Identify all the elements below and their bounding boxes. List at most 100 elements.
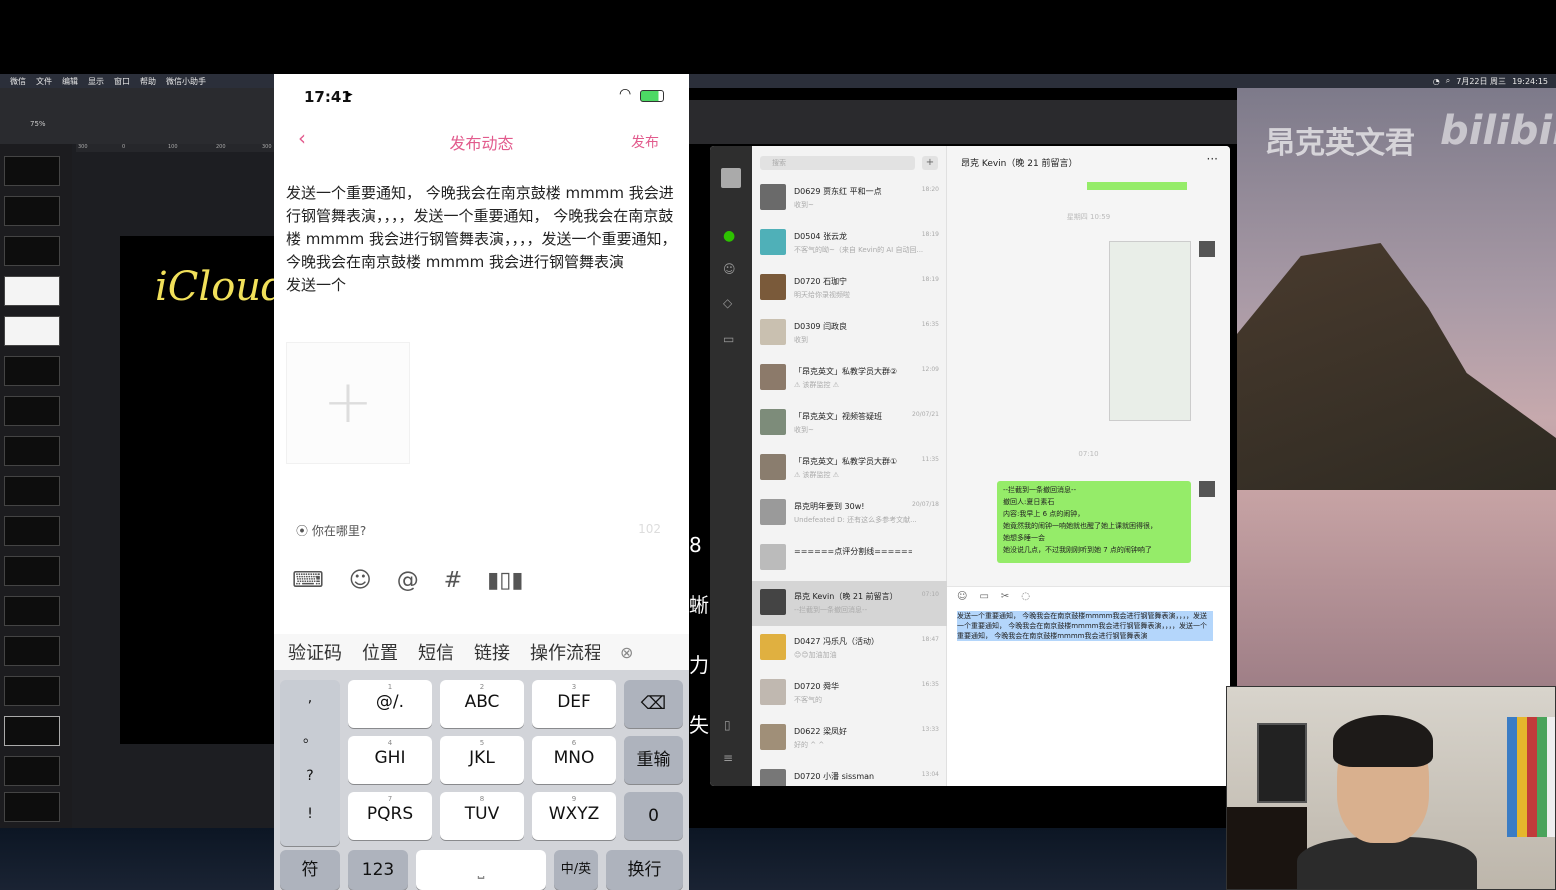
chat-list-item[interactable]: D0427 冯乐凡（活动） 😊😊加油加油 18:47: [752, 626, 947, 671]
mention-button[interactable]: @: [397, 568, 419, 596]
suggestion[interactable]: 短信: [418, 639, 454, 665]
slide-thumbnail[interactable]: [4, 476, 60, 506]
suggestion[interactable]: 操作流程: [530, 639, 600, 665]
slide-thumbnail[interactable]: [4, 676, 60, 706]
slide-thumbnail[interactable]: [4, 556, 60, 586]
folder-icon[interactable]: ▭: [723, 332, 734, 346]
menubar-date[interactable]: 7月22日 周三: [1456, 76, 1506, 87]
slide-canvas[interactable]: [120, 236, 274, 744]
chat-list-item[interactable]: 昂克 Kevin（晚 21 前留言） --拦截到一条撤回消息-- 07:10: [752, 581, 947, 626]
menu-item-view[interactable]: 显示: [88, 76, 104, 87]
chat-list-item[interactable]: D0720 小潘 sissman 13:04: [752, 761, 947, 786]
keyboard-icon[interactable]: ⌨: [292, 568, 324, 596]
slide-thumbnail[interactable]: [4, 436, 60, 466]
publish-button[interactable]: 发布: [631, 132, 659, 152]
space-key[interactable]: ⎵: [416, 850, 546, 890]
close-icon[interactable]: ⊗: [620, 643, 633, 662]
menu-item-window[interactable]: 窗口: [114, 76, 130, 87]
chat-list-item[interactable]: 「昂克英文」私教学员大群① ⚠ 该群监控 ⚠ 11:35: [752, 446, 947, 491]
wifi-icon[interactable]: ◔: [1433, 77, 1440, 86]
chat-bubble-icon[interactable]: ◌: [1021, 591, 1030, 602]
chat-list-item[interactable]: D0629 贾东红 平和一点 收到~ 18:20: [752, 176, 947, 221]
punct-key[interactable]: !: [280, 804, 340, 824]
contacts-icon[interactable]: ☺: [723, 262, 736, 276]
number-key[interactable]: 123: [348, 850, 408, 890]
slide-thumbnail[interactable]: [4, 636, 60, 666]
chat-icon[interactable]: ●: [723, 228, 735, 244]
slide-thumbnail[interactable]: [4, 716, 60, 746]
punct-key[interactable]: ?: [280, 766, 340, 786]
slide-thumbnail[interactable]: [4, 756, 60, 786]
suggestion[interactable]: 位置: [362, 639, 398, 665]
emoji-icon[interactable]: ☺: [957, 591, 967, 602]
menu-item-assistant[interactable]: 微信小助手: [166, 76, 206, 87]
menu-icon[interactable]: ≡: [723, 751, 733, 765]
search-input[interactable]: 搜索: [760, 156, 915, 170]
key-5[interactable]: 5 JKL: [440, 736, 524, 784]
menu-item-wechat[interactable]: 微信: [10, 76, 26, 87]
folder-icon[interactable]: ▭: [979, 591, 988, 602]
key-8[interactable]: 8 TUV: [440, 792, 524, 840]
slide-thumbnail[interactable]: [4, 156, 60, 186]
recalled-message-bubble[interactable]: --拦截到一条撤回消息-- 撤回人:夏日素石 内容:我早上 6 点的闹钟， 她竟…: [997, 481, 1191, 563]
message-input-area[interactable]: ☺ ▭ ✂ ◌ 发送一个重要通知， 今晚我会在南京鼓楼mmmm我会进行钢管舞表演…: [947, 586, 1230, 786]
phone-icon[interactable]: ▯: [724, 718, 731, 732]
slide-thumbnail[interactable]: [4, 516, 60, 546]
suggestion[interactable]: 链接: [474, 639, 510, 665]
chat-list-item[interactable]: 「昂克英文」视频答疑班 收到~ 20/07/21: [752, 401, 947, 446]
slide-title-text[interactable]: iCloud: [155, 264, 287, 310]
key-9[interactable]: 9 WXYZ: [532, 792, 616, 840]
avatar[interactable]: [721, 168, 741, 188]
screenshot-image-message[interactable]: [1109, 241, 1191, 421]
punct-key[interactable]: 。: [280, 728, 340, 748]
chat-list-item[interactable]: 昂克明年要到 30w! Undefeated D: 还有这么多参考文献... 20/…: [752, 491, 947, 536]
add-image-button[interactable]: +: [286, 342, 410, 464]
post-text-input[interactable]: 发送一个重要通知， 今晚我会在南京鼓楼 mmmm 我会进行钢管舞表演，，，，发送…: [286, 182, 681, 297]
suggestion[interactable]: 验证码: [288, 639, 342, 665]
slide-thumbnail[interactable]: [4, 276, 60, 306]
slide-thumbnail[interactable]: [4, 236, 60, 266]
key-4[interactable]: 4 GHI: [348, 736, 432, 784]
chat-list-item[interactable]: D0720 舜华 不客气的 16:35: [752, 671, 947, 716]
key-2[interactable]: 2 ABC: [440, 680, 524, 728]
symbol-key[interactable]: 符: [280, 850, 340, 890]
menubar-time[interactable]: 19:24:15: [1512, 77, 1548, 86]
slide-thumbnail[interactable]: [4, 316, 60, 346]
chat-list-item[interactable]: ======点评分割线======: [752, 536, 947, 581]
chat-list-item[interactable]: 「昂克英文」私教学员大群② ⚠ 该群监控 ⚠ 12:09: [752, 356, 947, 401]
zoom-level[interactable]: 75%: [30, 120, 46, 128]
location-picker[interactable]: ⦿ 你在哪里?: [296, 522, 366, 539]
key-3[interactable]: 3 DEF: [532, 680, 616, 728]
slide-thumbnail[interactable]: [4, 356, 60, 386]
search-icon[interactable]: ⌕: [1446, 76, 1450, 86]
hashtag-button[interactable]: #: [444, 568, 462, 596]
slide-thumbnail[interactable]: [4, 196, 60, 226]
lang-switch-key[interactable]: 中/英: [554, 850, 598, 890]
emoji-icon[interactable]: ☺: [349, 568, 372, 596]
message-bubble[interactable]: [1087, 182, 1187, 190]
menu-item-file[interactable]: 文件: [36, 76, 52, 87]
chat-list-item[interactable]: D0309 闫政良 收到 16:35: [752, 311, 947, 356]
menu-item-help[interactable]: 帮助: [140, 76, 156, 87]
scissors-icon[interactable]: ✂: [1001, 591, 1009, 602]
chat-list-item[interactable]: D0504 张云龙 不客气的呦~（来自 Kevin的 AI 自动回... 18:19: [752, 221, 947, 266]
zero-key[interactable]: 0: [624, 792, 683, 840]
punctuation-column[interactable]: , 。 ? !: [280, 680, 340, 846]
add-icon[interactable]: +: [922, 156, 938, 170]
delete-key[interactable]: ⌫: [624, 680, 683, 728]
chart-icon[interactable]: ▮▯▮: [487, 568, 523, 596]
key-1[interactable]: 1 @/.: [348, 680, 432, 728]
slide-thumbnail[interactable]: [4, 396, 60, 426]
chat-list-item[interactable]: D0622 梁凤好 好的 ^ ^ 13:33: [752, 716, 947, 761]
message-input[interactable]: 发送一个重要通知， 今晚我会在南京鼓楼mmmm我会进行钢管舞表演，，，，发送一个…: [957, 611, 1213, 641]
retype-key[interactable]: 重输: [624, 736, 683, 784]
more-icon[interactable]: ···: [1207, 152, 1218, 166]
box-icon[interactable]: ◇: [723, 296, 732, 310]
enter-key[interactable]: 换行: [606, 850, 683, 890]
punct-key[interactable]: ,: [280, 688, 340, 708]
key-6[interactable]: 6 MNO: [532, 736, 616, 784]
slide-thumbnail[interactable]: [4, 792, 60, 822]
slide-thumbnail[interactable]: [4, 596, 60, 626]
menu-item-edit[interactable]: 编辑: [62, 76, 78, 87]
chat-list-item[interactable]: D0720 石珈宁 明天给你录视频啦 18:19: [752, 266, 947, 311]
